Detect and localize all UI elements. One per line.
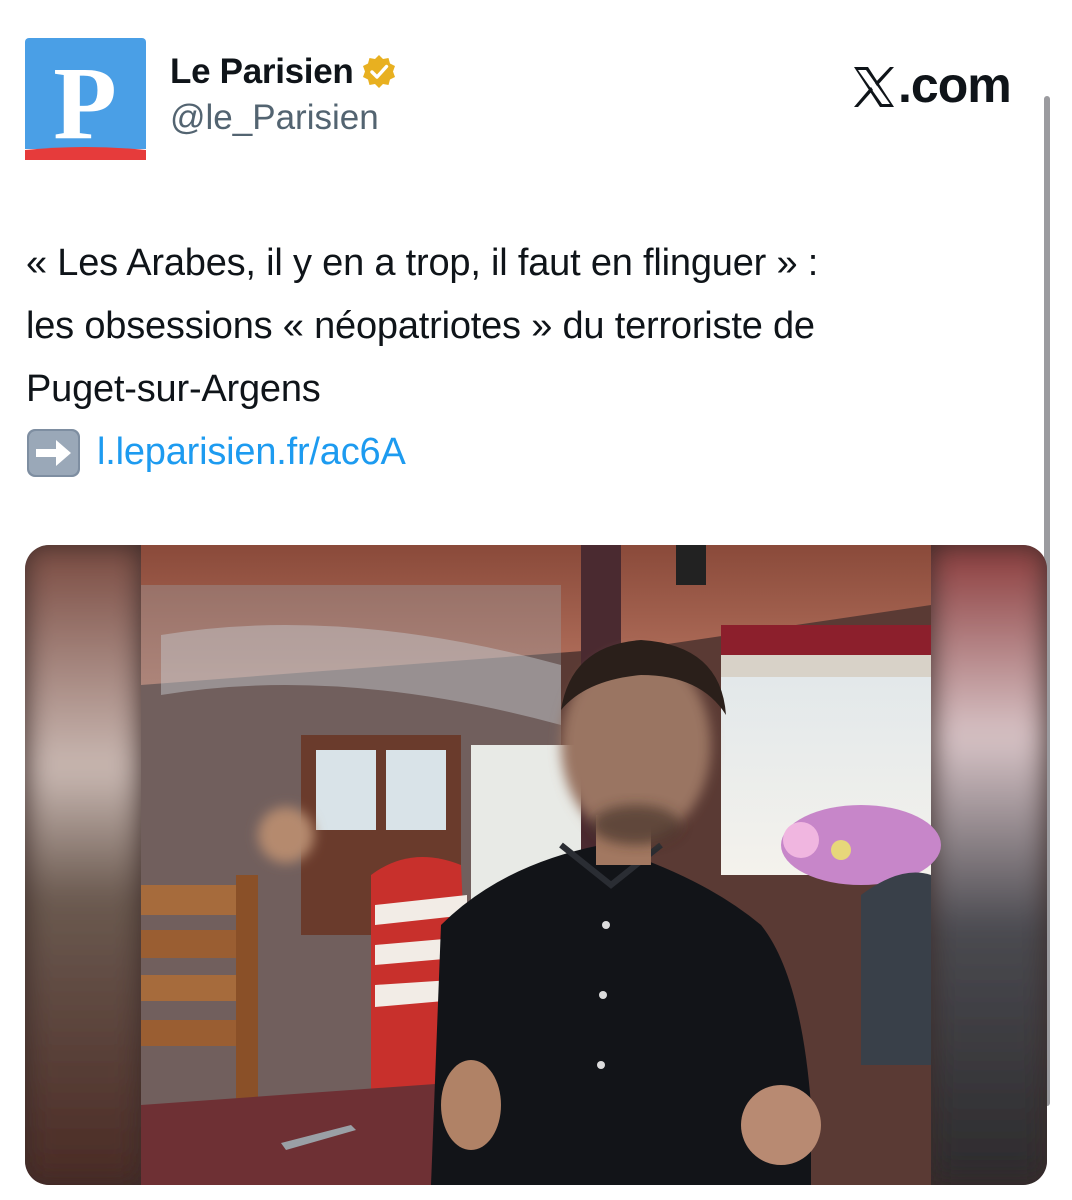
right-arrow-emoji-icon: [26, 427, 81, 479]
verified-badge-icon: [361, 54, 397, 90]
platform-watermark: .com: [852, 56, 1012, 114]
author-handle[interactable]: @le_Parisien: [170, 98, 397, 138]
tweet-text: « Les Arabes, il y en a trop, il faut en…: [26, 232, 1026, 484]
author-identity[interactable]: Le Parisien @le_Parisien: [170, 52, 397, 138]
x-logo-icon: [852, 63, 896, 107]
author-avatar[interactable]: P: [25, 38, 146, 161]
tweet-media-photo[interactable]: [25, 545, 1047, 1185]
platform-domain: .com: [898, 57, 1012, 113]
photo-illustration: [25, 545, 1047, 1185]
avatar-letter: P: [53, 46, 117, 160]
tweet-line: les obsessions « néopatriotes » du terro…: [26, 305, 815, 347]
author-display-name[interactable]: Le Parisien: [170, 52, 354, 92]
tweet-link[interactable]: l.leparisien.fr/ac6A: [97, 421, 406, 484]
tweet-line: Puget-sur-Argens: [26, 368, 321, 410]
tweet-line: « Les Arabes, il y en a trop, il faut en…: [26, 242, 819, 284]
